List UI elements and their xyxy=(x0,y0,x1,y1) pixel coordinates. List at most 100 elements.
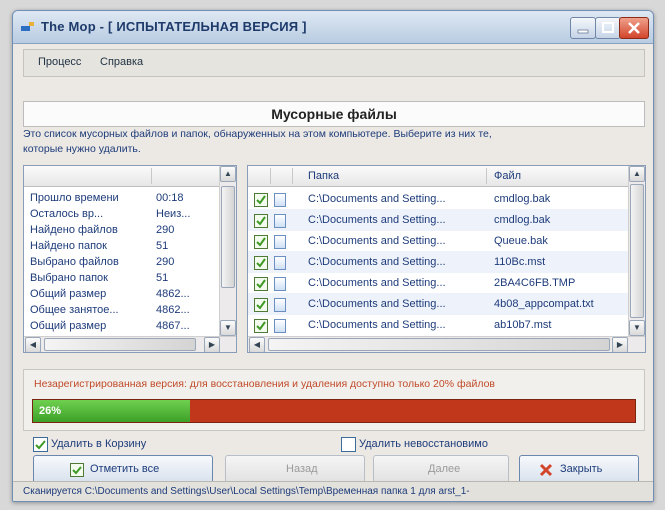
scroll-down-icon[interactable]: ▼ xyxy=(220,320,236,336)
recycle-checkbox[interactable] xyxy=(33,437,48,452)
file-row[interactable]: C:\Documents and Setting... cmdlog.bak xyxy=(248,188,628,210)
column-header-file[interactable]: Файл xyxy=(494,170,521,182)
minimize-button[interactable] xyxy=(570,17,596,39)
main-window: The Mop - [ ИСПЫТАТЕЛЬНАЯ ВЕРСИЯ ] Проце… xyxy=(12,10,654,502)
files-panel: Папка Файл C:\Documents and Setting... cm… xyxy=(247,165,646,353)
file-checkbox[interactable] xyxy=(254,319,268,333)
file-icon xyxy=(274,319,286,333)
column-divider xyxy=(292,168,293,184)
scroll-up-icon[interactable]: ▲ xyxy=(220,166,236,182)
stat-label: Прошло времени xyxy=(30,192,119,204)
permanent-delete-label[interactable]: Удалить невосстановимо xyxy=(359,438,488,450)
stats-horizontal-scrollbar[interactable]: ◀ ▶ xyxy=(24,336,236,352)
checkmark-icon xyxy=(256,258,266,268)
file-checkbox[interactable] xyxy=(254,298,268,312)
stats-row: Найдено папок 51 xyxy=(30,240,210,254)
scroll-left-icon[interactable]: ◀ xyxy=(25,337,41,352)
stats-row: Прошло времени 00:18 xyxy=(30,192,210,206)
stat-label: Общее занятое... xyxy=(30,304,119,316)
file-row[interactable]: C:\Documents and Setting... 2BA4C6FB.TMP xyxy=(248,272,628,294)
checkmark-icon xyxy=(256,237,266,247)
file-row[interactable]: C:\Documents and Setting... cmdlog.bak xyxy=(248,209,628,231)
close-window-button[interactable] xyxy=(619,17,649,39)
file-checkbox[interactable] xyxy=(254,235,268,249)
folder-cell: C:\Documents and Setting... xyxy=(308,277,446,289)
file-icon xyxy=(274,277,286,291)
file-icon xyxy=(274,298,286,312)
file-row[interactable]: C:\Documents and Setting... 4b08_appcompa… xyxy=(248,293,628,315)
stats-row: Выбрано папок 51 xyxy=(30,272,210,286)
checkmark-icon xyxy=(256,279,266,289)
file-cell: cmdlog.bak xyxy=(494,214,551,226)
scroll-down-icon[interactable]: ▼ xyxy=(629,320,645,336)
files-table-header: Папка Файл xyxy=(248,166,628,187)
stat-value: 290 xyxy=(156,256,175,268)
file-icon xyxy=(274,235,286,249)
window-title: The Mop - [ ИСПЫТАТЕЛЬНАЯ ВЕРСИЯ ] xyxy=(41,19,307,34)
title-bar[interactable]: The Mop - [ ИСПЫТАТЕЛЬНАЯ ВЕРСИЯ ] xyxy=(13,11,653,44)
file-checkbox[interactable] xyxy=(254,256,268,270)
folder-cell: C:\Documents and Setting... xyxy=(308,256,446,268)
checkmark-icon xyxy=(256,300,266,310)
file-cell: cmdlog.bak xyxy=(494,193,551,205)
scan-progress-bar: 26% xyxy=(32,399,636,423)
file-checkbox[interactable] xyxy=(254,214,268,228)
file-checkbox[interactable] xyxy=(254,277,268,291)
minimize-icon xyxy=(577,29,589,34)
scroll-thumb[interactable] xyxy=(221,186,235,288)
cancel-icon xyxy=(539,463,553,477)
scroll-left-icon[interactable]: ◀ xyxy=(249,337,265,352)
menu-process[interactable]: Процесс xyxy=(38,56,81,68)
column-header-folder[interactable]: Папка xyxy=(308,170,339,182)
stats-row: Общий размер 4862... xyxy=(30,288,210,302)
next-label: Далее xyxy=(428,463,461,475)
file-icon xyxy=(274,256,286,270)
checkmark-icon xyxy=(256,216,266,226)
stat-label: Найдено файлов xyxy=(30,224,118,236)
scroll-thumb[interactable] xyxy=(44,338,196,351)
stat-label: Выбрано файлов xyxy=(30,256,119,268)
scroll-up-icon[interactable]: ▲ xyxy=(629,166,645,182)
mop-app-icon xyxy=(21,22,34,31)
status-bar: Сканируется C:\Documents and Settings\Us… xyxy=(13,481,653,501)
files-horizontal-scrollbar[interactable]: ◀ ▶ xyxy=(248,336,645,352)
file-icon xyxy=(274,214,286,228)
back-label: Назад xyxy=(286,463,318,475)
maximize-button[interactable] xyxy=(595,17,621,39)
menu-help[interactable]: Справка xyxy=(100,56,143,68)
stat-value: 51 xyxy=(156,240,169,252)
description-text: Это список мусорных файлов и папок, обна… xyxy=(23,127,645,157)
scroll-right-icon[interactable]: ▶ xyxy=(204,337,220,352)
stat-value: 00:18 xyxy=(156,192,184,204)
scroll-right-icon[interactable]: ▶ xyxy=(612,337,628,352)
files-vertical-scrollbar[interactable]: ▲ ▼ xyxy=(628,166,645,336)
stats-panel: Прошло времени 00:18 Осталось вр... Неиз...… xyxy=(23,165,237,353)
file-row[interactable]: C:\Documents and Setting... Queue.bak xyxy=(248,230,628,252)
maximize-icon xyxy=(602,22,614,33)
stats-row: Общий размер 4867... xyxy=(30,320,210,334)
stat-label: Осталось вр... xyxy=(30,208,104,220)
stat-value: 4867... xyxy=(156,320,190,332)
file-checkbox[interactable] xyxy=(254,193,268,207)
scroll-thumb[interactable] xyxy=(268,338,610,351)
file-cell: ab10b7.mst xyxy=(494,319,552,331)
stat-label: Общий размер xyxy=(30,288,107,300)
folder-cell: C:\Documents and Setting... xyxy=(308,235,446,247)
stats-row: Выбрано файлов 290 xyxy=(30,256,210,270)
recycle-label[interactable]: Удалить в Корзину xyxy=(51,438,146,450)
description-line-1: Это список мусорных файлов и папок, обна… xyxy=(23,128,492,140)
checkmark-icon xyxy=(256,195,266,205)
file-row[interactable]: C:\Documents and Setting... ab10b7.mst xyxy=(248,314,628,336)
scroll-thumb[interactable] xyxy=(630,184,644,318)
stat-value: 4862... xyxy=(156,288,190,300)
column-divider xyxy=(486,168,487,184)
stat-value: 51 xyxy=(156,272,169,284)
stats-row: Найдено файлов 290 xyxy=(30,224,210,238)
checkmark-icon xyxy=(256,321,266,331)
permanent-delete-checkbox[interactable] xyxy=(341,437,356,452)
progress-label: 26% xyxy=(39,405,62,417)
file-row[interactable]: C:\Documents and Setting... 110Bc.mst xyxy=(248,251,628,273)
column-divider xyxy=(151,168,152,184)
file-icon xyxy=(274,193,286,207)
stats-vertical-scrollbar[interactable]: ▲ ▼ xyxy=(219,166,236,336)
